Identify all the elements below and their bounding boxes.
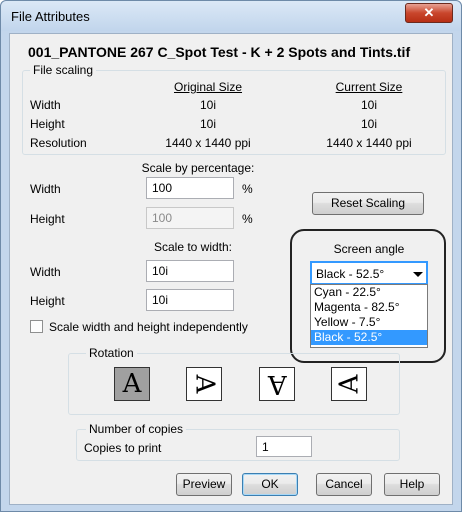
width-label: Width: [30, 98, 61, 112]
rotation-90-button[interactable]: A: [186, 367, 222, 401]
screen-angle-dropdown[interactable]: Black - 52.5°: [310, 261, 428, 285]
original-resolution: 1440 x 1440 ppi: [165, 136, 251, 150]
file-scaling-legend: File scaling: [30, 63, 97, 77]
rotation-270-glyph: A: [334, 374, 364, 394]
original-width: 10i: [199, 98, 216, 112]
current-height: 10i: [360, 117, 377, 131]
window-title: File Attributes: [11, 9, 90, 24]
percent-height-unit: %: [242, 212, 253, 226]
title-bar: File Attributes ✕: [1, 1, 461, 31]
resolution-label: Resolution: [30, 136, 87, 150]
rotation-legend: Rotation: [86, 346, 137, 360]
percent-width-unit: %: [242, 182, 253, 196]
screen-angle-option-magenta[interactable]: Magenta - 82.5°: [311, 300, 427, 315]
scale-height-input[interactable]: 10i: [146, 289, 234, 311]
scale-percentage-heading: Scale by percentage:: [141, 161, 255, 175]
close-button[interactable]: ✕: [405, 3, 453, 23]
cancel-button[interactable]: Cancel: [316, 473, 372, 496]
scale-height-label: Height: [30, 294, 65, 308]
percent-width-label: Width: [30, 182, 61, 196]
screen-angle-option-black[interactable]: Black - 52.5°: [311, 330, 427, 345]
close-icon: ✕: [423, 5, 435, 20]
scale-width-input[interactable]: 10i: [146, 260, 234, 282]
screen-angle-label: Screen angle: [333, 242, 405, 256]
percent-height-label: Height: [30, 212, 65, 226]
screen-angle-option-cyan[interactable]: Cyan - 22.5°: [311, 285, 427, 300]
scale-independently-label: Scale width and height independently: [49, 320, 248, 334]
scale-independently-checkbox[interactable]: [30, 320, 43, 333]
screen-angle-selected: Black - 52.5°: [316, 267, 385, 281]
percent-height-input[interactable]: 100: [146, 207, 234, 229]
copies-legend: Number of copies: [86, 422, 187, 436]
rotation-180-glyph: A: [267, 369, 287, 399]
file-name: 001_PANTONE 267 C_Spot Test - K + 2 Spot…: [28, 44, 411, 60]
help-button[interactable]: Help: [384, 473, 440, 496]
copies-input[interactable]: 1: [256, 436, 312, 457]
percent-width-input[interactable]: 100: [146, 177, 234, 199]
chevron-down-icon: [413, 272, 423, 277]
reset-scaling-button[interactable]: Reset Scaling: [312, 192, 424, 215]
rotation-180-button[interactable]: A: [259, 367, 295, 401]
height-label: Height: [30, 117, 65, 131]
current-width: 10i: [360, 98, 377, 112]
original-size-header: Original Size: [173, 80, 243, 94]
rotation-90-glyph: A: [189, 374, 219, 394]
current-size-header: Current Size: [335, 80, 403, 94]
original-height: 10i: [199, 117, 216, 131]
screen-angle-list: Cyan - 22.5° Magenta - 82.5° Yellow - 7.…: [310, 284, 428, 348]
scale-to-width-heading: Scale to width:: [153, 240, 233, 254]
rotation-0-glyph: A: [122, 369, 142, 399]
ok-button[interactable]: OK: [242, 473, 298, 496]
rotation-0-button[interactable]: A: [114, 367, 150, 401]
screen-angle-option-yellow[interactable]: Yellow - 7.5°: [311, 315, 427, 330]
preview-button[interactable]: Preview: [176, 473, 232, 496]
current-resolution: 1440 x 1440 ppi: [326, 136, 412, 150]
scale-width-label: Width: [30, 265, 61, 279]
rotation-270-button[interactable]: A: [331, 367, 367, 401]
copies-label: Copies to print: [84, 441, 162, 455]
